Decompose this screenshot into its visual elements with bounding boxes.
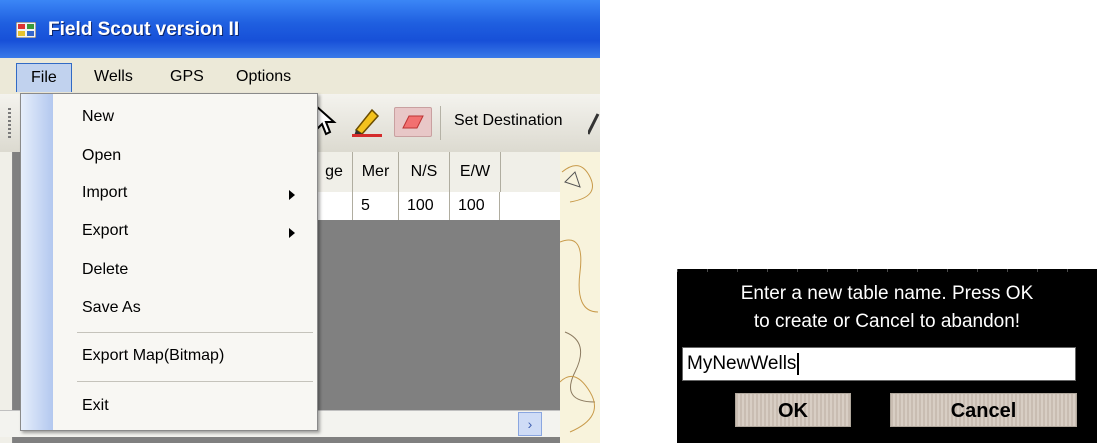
edit-icon[interactable]	[586, 110, 600, 141]
menu-item-new[interactable]: New	[82, 108, 114, 126]
column-header-ns[interactable]: N/S	[399, 152, 450, 192]
map-view[interactable]	[559, 152, 600, 443]
app-icon	[15, 21, 37, 39]
menu-item-export-map[interactable]: Export Map(Bitmap)	[82, 347, 224, 365]
menu-separator	[77, 381, 313, 382]
menu-item-save-as[interactable]: Save As	[82, 299, 141, 317]
toolbar-grip[interactable]	[8, 108, 11, 138]
cell-ew[interactable]: 100	[450, 192, 500, 220]
pencil-icon[interactable]	[350, 104, 384, 143]
menu-separator	[77, 332, 313, 333]
cell-ns[interactable]: 100	[399, 192, 450, 220]
submenu-arrow-icon	[289, 190, 295, 200]
menu-item-export[interactable]: Export	[82, 222, 128, 240]
menu-wells[interactable]: Wells	[88, 66, 139, 88]
column-header-range[interactable]: ge	[316, 152, 353, 192]
toolbar-separator	[440, 106, 441, 140]
window-title: Field Scout version II	[48, 19, 240, 40]
grid-header: ge Mer N/S E/W	[316, 152, 560, 192]
menu-item-import[interactable]: Import	[82, 184, 127, 202]
cell-mer[interactable]: 5	[353, 192, 399, 220]
dialog-message-line1: Enter a new table name. Press OK	[740, 283, 1034, 304]
set-destination-button[interactable]: Set Destination	[454, 112, 563, 130]
text-caret	[797, 352, 800, 375]
grid-left-edge	[0, 152, 13, 443]
menu-item-delete[interactable]: Delete	[82, 261, 128, 279]
scroll-right-button[interactable]: ›	[518, 412, 542, 436]
column-header-mer[interactable]: Mer	[353, 152, 399, 192]
menu-gps[interactable]: GPS	[164, 66, 210, 88]
cell-range[interactable]	[316, 192, 353, 220]
table-row[interactable]: 5 100 100	[316, 192, 560, 220]
title-bar[interactable]: Field Scout version II	[0, 0, 600, 58]
menu-file[interactable]: File	[16, 63, 72, 92]
table-name-input[interactable]: MyNewWells	[682, 347, 1076, 381]
menu-options[interactable]: Options	[230, 66, 297, 88]
submenu-arrow-icon	[289, 228, 295, 238]
cancel-button[interactable]: Cancel	[890, 393, 1077, 427]
eraser-icon[interactable]	[394, 107, 432, 137]
menu-bar: File Wells GPS Options	[0, 58, 600, 94]
column-header-ew[interactable]: E/W	[450, 152, 501, 192]
dialog-message-line2: to create or Cancel to abandon!	[753, 311, 1021, 332]
dialog-top-ruler	[677, 269, 1097, 272]
menu-item-open[interactable]: Open	[82, 147, 121, 165]
menu-item-exit[interactable]: Exit	[82, 397, 109, 415]
table-name-value: MyNewWells	[687, 353, 797, 374]
ok-button[interactable]: OK	[735, 393, 851, 427]
menu-icon-gutter	[21, 94, 53, 430]
file-menu-dropdown: New Open Import Export Delete Save As Ex…	[20, 93, 318, 431]
new-table-dialog: Enter a new table name. Press OK to crea…	[677, 269, 1097, 443]
